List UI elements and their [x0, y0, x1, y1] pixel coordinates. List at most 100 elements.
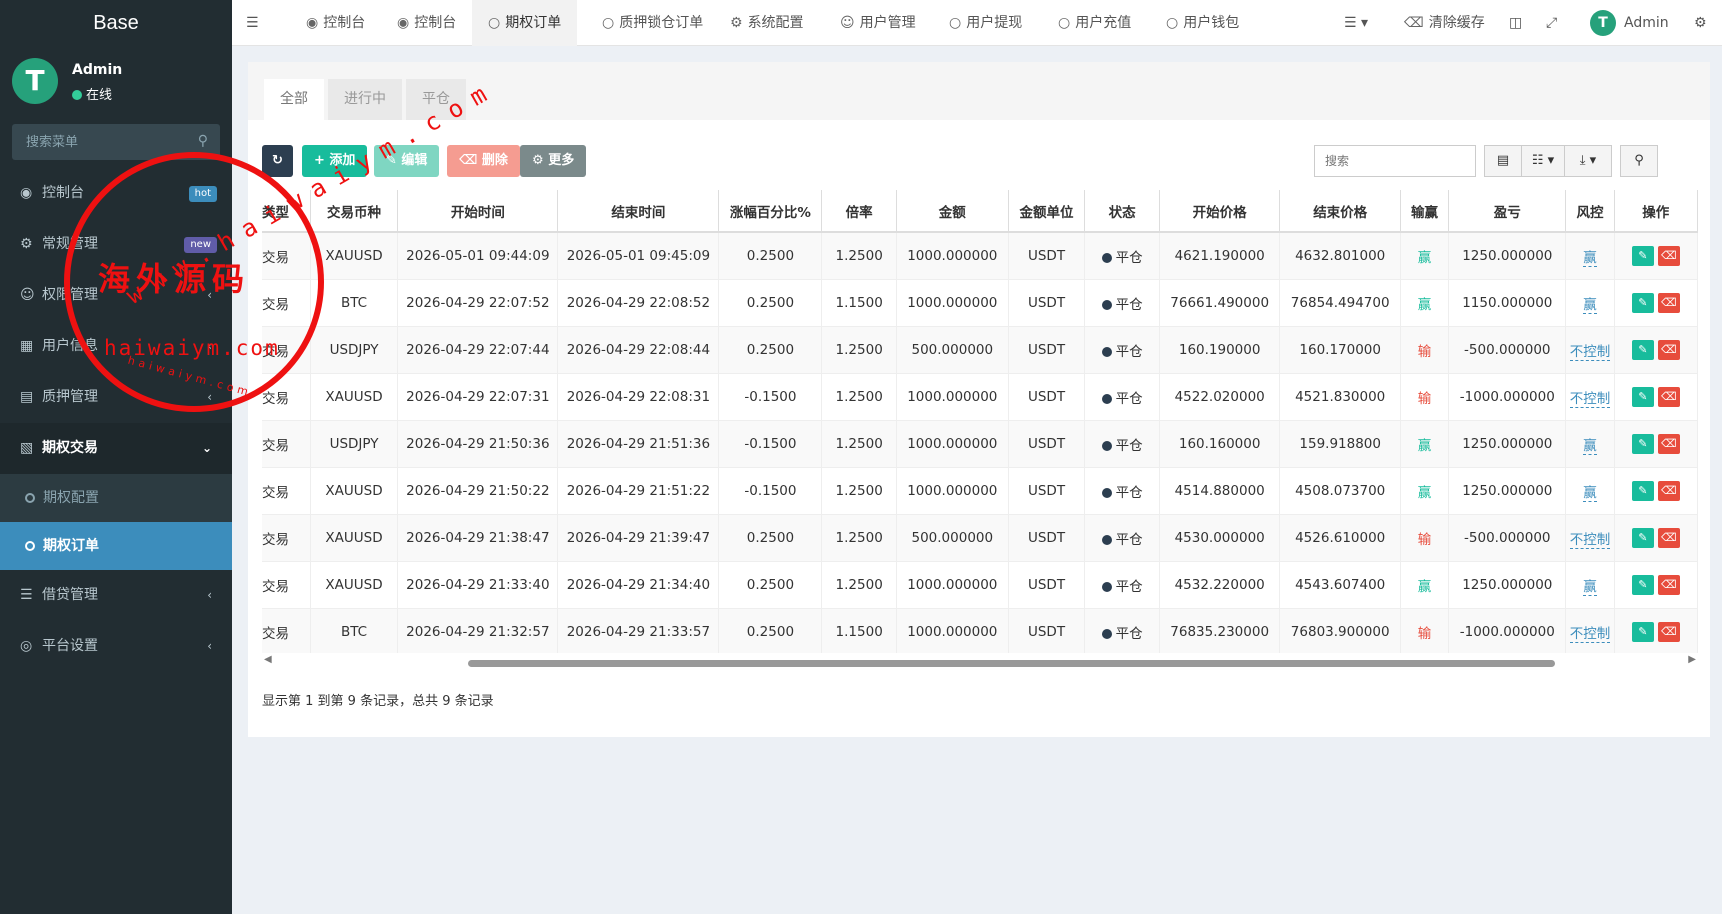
delete-button[interactable]: ⌫ 删除 [447, 145, 520, 177]
cell-risk[interactable]: 赢 [1565, 231, 1615, 279]
menu-toggle-icon[interactable]: ☰ [246, 0, 259, 46]
cell-amount: 500.000000 [896, 513, 1009, 561]
table-search-input[interactable] [1314, 145, 1476, 177]
table-row[interactable]: 交易 XAUUSD 2026-04-29 21:33:40 2026-04-29 21… [262, 560, 1698, 608]
col-header-end-price[interactable]: 结束价格 [1279, 190, 1401, 233]
scroll-right-icon[interactable]: ▶ [1688, 654, 1696, 665]
col-header-risk[interactable]: 风控 [1565, 190, 1615, 233]
edit-row-button[interactable]: ✎ [1631, 527, 1654, 548]
col-header-change-pct[interactable]: 涨幅百分比% [718, 190, 823, 233]
sidebar-item-options[interactable]: ▧ 期权交易 ⌄ [0, 423, 232, 474]
col-header-start-time[interactable]: 开始时间 [397, 190, 559, 233]
tab-in-progress[interactable]: 进行中 [328, 79, 402, 120]
tab-dashboard-1[interactable]: ◉ 控制台 [294, 0, 377, 46]
sidebar-item-loans[interactable]: ☰ 借贷管理 ‹ [0, 570, 232, 621]
edit-row-button[interactable]: ✎ [1631, 386, 1654, 407]
cell-risk[interactable]: 赢 [1565, 560, 1615, 608]
tab-option-orders[interactable]: ○ 期权订单 [472, 0, 578, 46]
delete-row-button[interactable]: ⌫ [1657, 245, 1680, 266]
cell-type-text: 交易 [262, 625, 289, 642]
col-header-rate[interactable]: 倍率 [821, 190, 897, 233]
tab-user-withdraw[interactable]: ○ 用户提现 [937, 0, 1034, 46]
col-header-start-price[interactable]: 开始价格 [1159, 190, 1281, 233]
tab-user-wallet[interactable]: ○ 用户钱包 [1154, 0, 1251, 46]
edit-row-button[interactable]: ✎ [1631, 574, 1654, 595]
menu-search-input[interactable] [12, 124, 220, 160]
delete-row-button[interactable]: ⌫ [1657, 292, 1680, 313]
app-logo[interactable]: Base [0, 0, 232, 46]
table-row[interactable]: 交易 USDJPY 2026-04-29 21:50:36 2026-04-29 21… [262, 419, 1698, 467]
clear-cache-button[interactable]: ⌫ 清除缓存 [1404, 0, 1485, 46]
sidebar-item-dashboard[interactable]: ◉ 控制台 hot [0, 168, 232, 219]
cell-type-text: 交易 [262, 578, 289, 595]
scroll-left-icon[interactable]: ◀ [264, 654, 272, 665]
tab-list-dropdown-icon[interactable]: ☰ ▾ [1344, 0, 1368, 46]
table-row[interactable]: 交易 XAUUSD 2026-05-01 09:44:09 2026-05-01 09… [262, 231, 1698, 279]
tab-system-config[interactable]: ⚙ 系统配置 [718, 0, 816, 46]
tab-all[interactable]: 全部 [264, 79, 324, 120]
cell-risk[interactable]: 赢 [1565, 278, 1615, 326]
cell-risk[interactable]: 不控制 [1565, 372, 1615, 420]
fullscreen-icon[interactable]: ⤢ [1546, 0, 1557, 46]
table-row[interactable]: 交易 XAUUSD 2026-04-29 21:50:22 2026-04-29 21… [262, 466, 1698, 514]
tab-user-recharge[interactable]: ○ 用户充值 [1046, 0, 1143, 46]
sidebar-item-platform[interactable]: ◎ 平台设置 ‹ [0, 621, 232, 672]
delete-row-button[interactable]: ⌫ [1657, 339, 1680, 360]
table-row[interactable]: 交易 USDJPY 2026-04-29 22:07:44 2026-04-29 22… [262, 325, 1698, 373]
table-row[interactable]: 交易 BTC 2026-04-29 22:07:52 2026-04-29 22:08… [262, 278, 1698, 326]
settings-gear-icon[interactable]: ⚙ [1694, 0, 1707, 46]
col-header-unit[interactable]: 金额单位 [1008, 190, 1086, 233]
edit-row-button[interactable]: ✎ [1631, 292, 1654, 313]
delete-row-button[interactable]: ⌫ [1657, 574, 1680, 595]
tab-user-management[interactable]: ☺ 用户管理 [828, 0, 928, 46]
sidebar-item-general[interactable]: ⚙ 常规管理 new [0, 219, 232, 270]
sidebar-item-pledge[interactable]: ▤ 质押管理 ‹ [0, 372, 232, 423]
sidebar-item-option-config[interactable]: 期权配置 [0, 474, 232, 522]
table-row[interactable]: 交易 XAUUSD 2026-04-29 21:38:47 2026-04-29 21… [262, 513, 1698, 561]
sidebar-item-auth[interactable]: ☺ 权限管理 ‹ [0, 270, 232, 321]
tab-pledge-orders[interactable]: ○ 质押锁仓订单 [590, 0, 715, 46]
more-button[interactable]: ⚙ 更多 [520, 145, 587, 177]
language-icon[interactable]: ◫ [1509, 0, 1522, 46]
tab-dashboard-2[interactable]: ◉ 控制台 [385, 0, 468, 46]
sidebar-item-option-orders[interactable]: 期权订单 [0, 522, 232, 570]
edit-row-button[interactable]: ✎ [1631, 621, 1654, 642]
advanced-search-button[interactable]: ⚲ [1620, 145, 1658, 177]
table-row[interactable]: 交易 BTC 2026-04-29 21:32:57 2026-04-29 21:33… [262, 607, 1698, 653]
cell-risk[interactable]: 赢 [1565, 466, 1615, 514]
delete-row-button[interactable]: ⌫ [1657, 621, 1680, 642]
search-icon[interactable]: ⚲ [198, 133, 208, 149]
delete-row-button[interactable]: ⌫ [1657, 386, 1680, 407]
cell-risk[interactable]: 不控制 [1565, 607, 1615, 653]
col-header-status[interactable]: 状态 [1084, 190, 1160, 233]
col-header-type[interactable]: 类型 [262, 190, 311, 233]
col-header-pnl[interactable]: 盈亏 [1448, 190, 1567, 233]
export-button[interactable]: ⤓ ▾ [1564, 145, 1612, 177]
add-button[interactable]: + 添加 [302, 145, 368, 177]
scrollbar-thumb[interactable] [468, 660, 1555, 667]
edit-row-button[interactable]: ✎ [1631, 339, 1654, 360]
tab-closed[interactable]: 平仓 [406, 79, 466, 120]
col-header-end-time[interactable]: 结束时间 [557, 190, 720, 233]
sidebar-item-userinfo[interactable]: ▦ 用户信息 ‹ [0, 321, 232, 372]
edit-row-button[interactable]: ✎ [1631, 245, 1654, 266]
delete-row-button[interactable]: ⌫ [1657, 480, 1680, 501]
horizontal-scrollbar[interactable]: ◀ ▶ [262, 654, 1698, 669]
col-header-result[interactable]: 输赢 [1400, 190, 1450, 233]
delete-row-button[interactable]: ⌫ [1657, 433, 1680, 454]
admin-menu[interactable]: T Admin [1590, 0, 1669, 46]
columns-button[interactable]: ☷ ▾ [1521, 145, 1565, 177]
cell-risk[interactable]: 不控制 [1565, 513, 1615, 561]
edit-row-button[interactable]: ✎ [1631, 433, 1654, 454]
clear-cache-label: 清除缓存 [1428, 15, 1485, 31]
refresh-button[interactable]: ↻ [262, 145, 293, 177]
delete-row-button[interactable]: ⌫ [1657, 527, 1680, 548]
toggle-view-button[interactable]: ▤ [1484, 145, 1522, 177]
col-header-symbol[interactable]: 交易币种 [310, 190, 399, 233]
col-header-amount[interactable]: 金额 [896, 190, 1009, 233]
cell-risk[interactable]: 不控制 [1565, 325, 1615, 373]
cell-risk[interactable]: 赢 [1565, 419, 1615, 467]
table-row[interactable]: 交易 XAUUSD 2026-04-29 22:07:31 2026-04-29 22… [262, 372, 1698, 420]
edit-row-button[interactable]: ✎ [1631, 480, 1654, 501]
edit-button[interactable]: ✎ 编辑 [374, 145, 440, 177]
